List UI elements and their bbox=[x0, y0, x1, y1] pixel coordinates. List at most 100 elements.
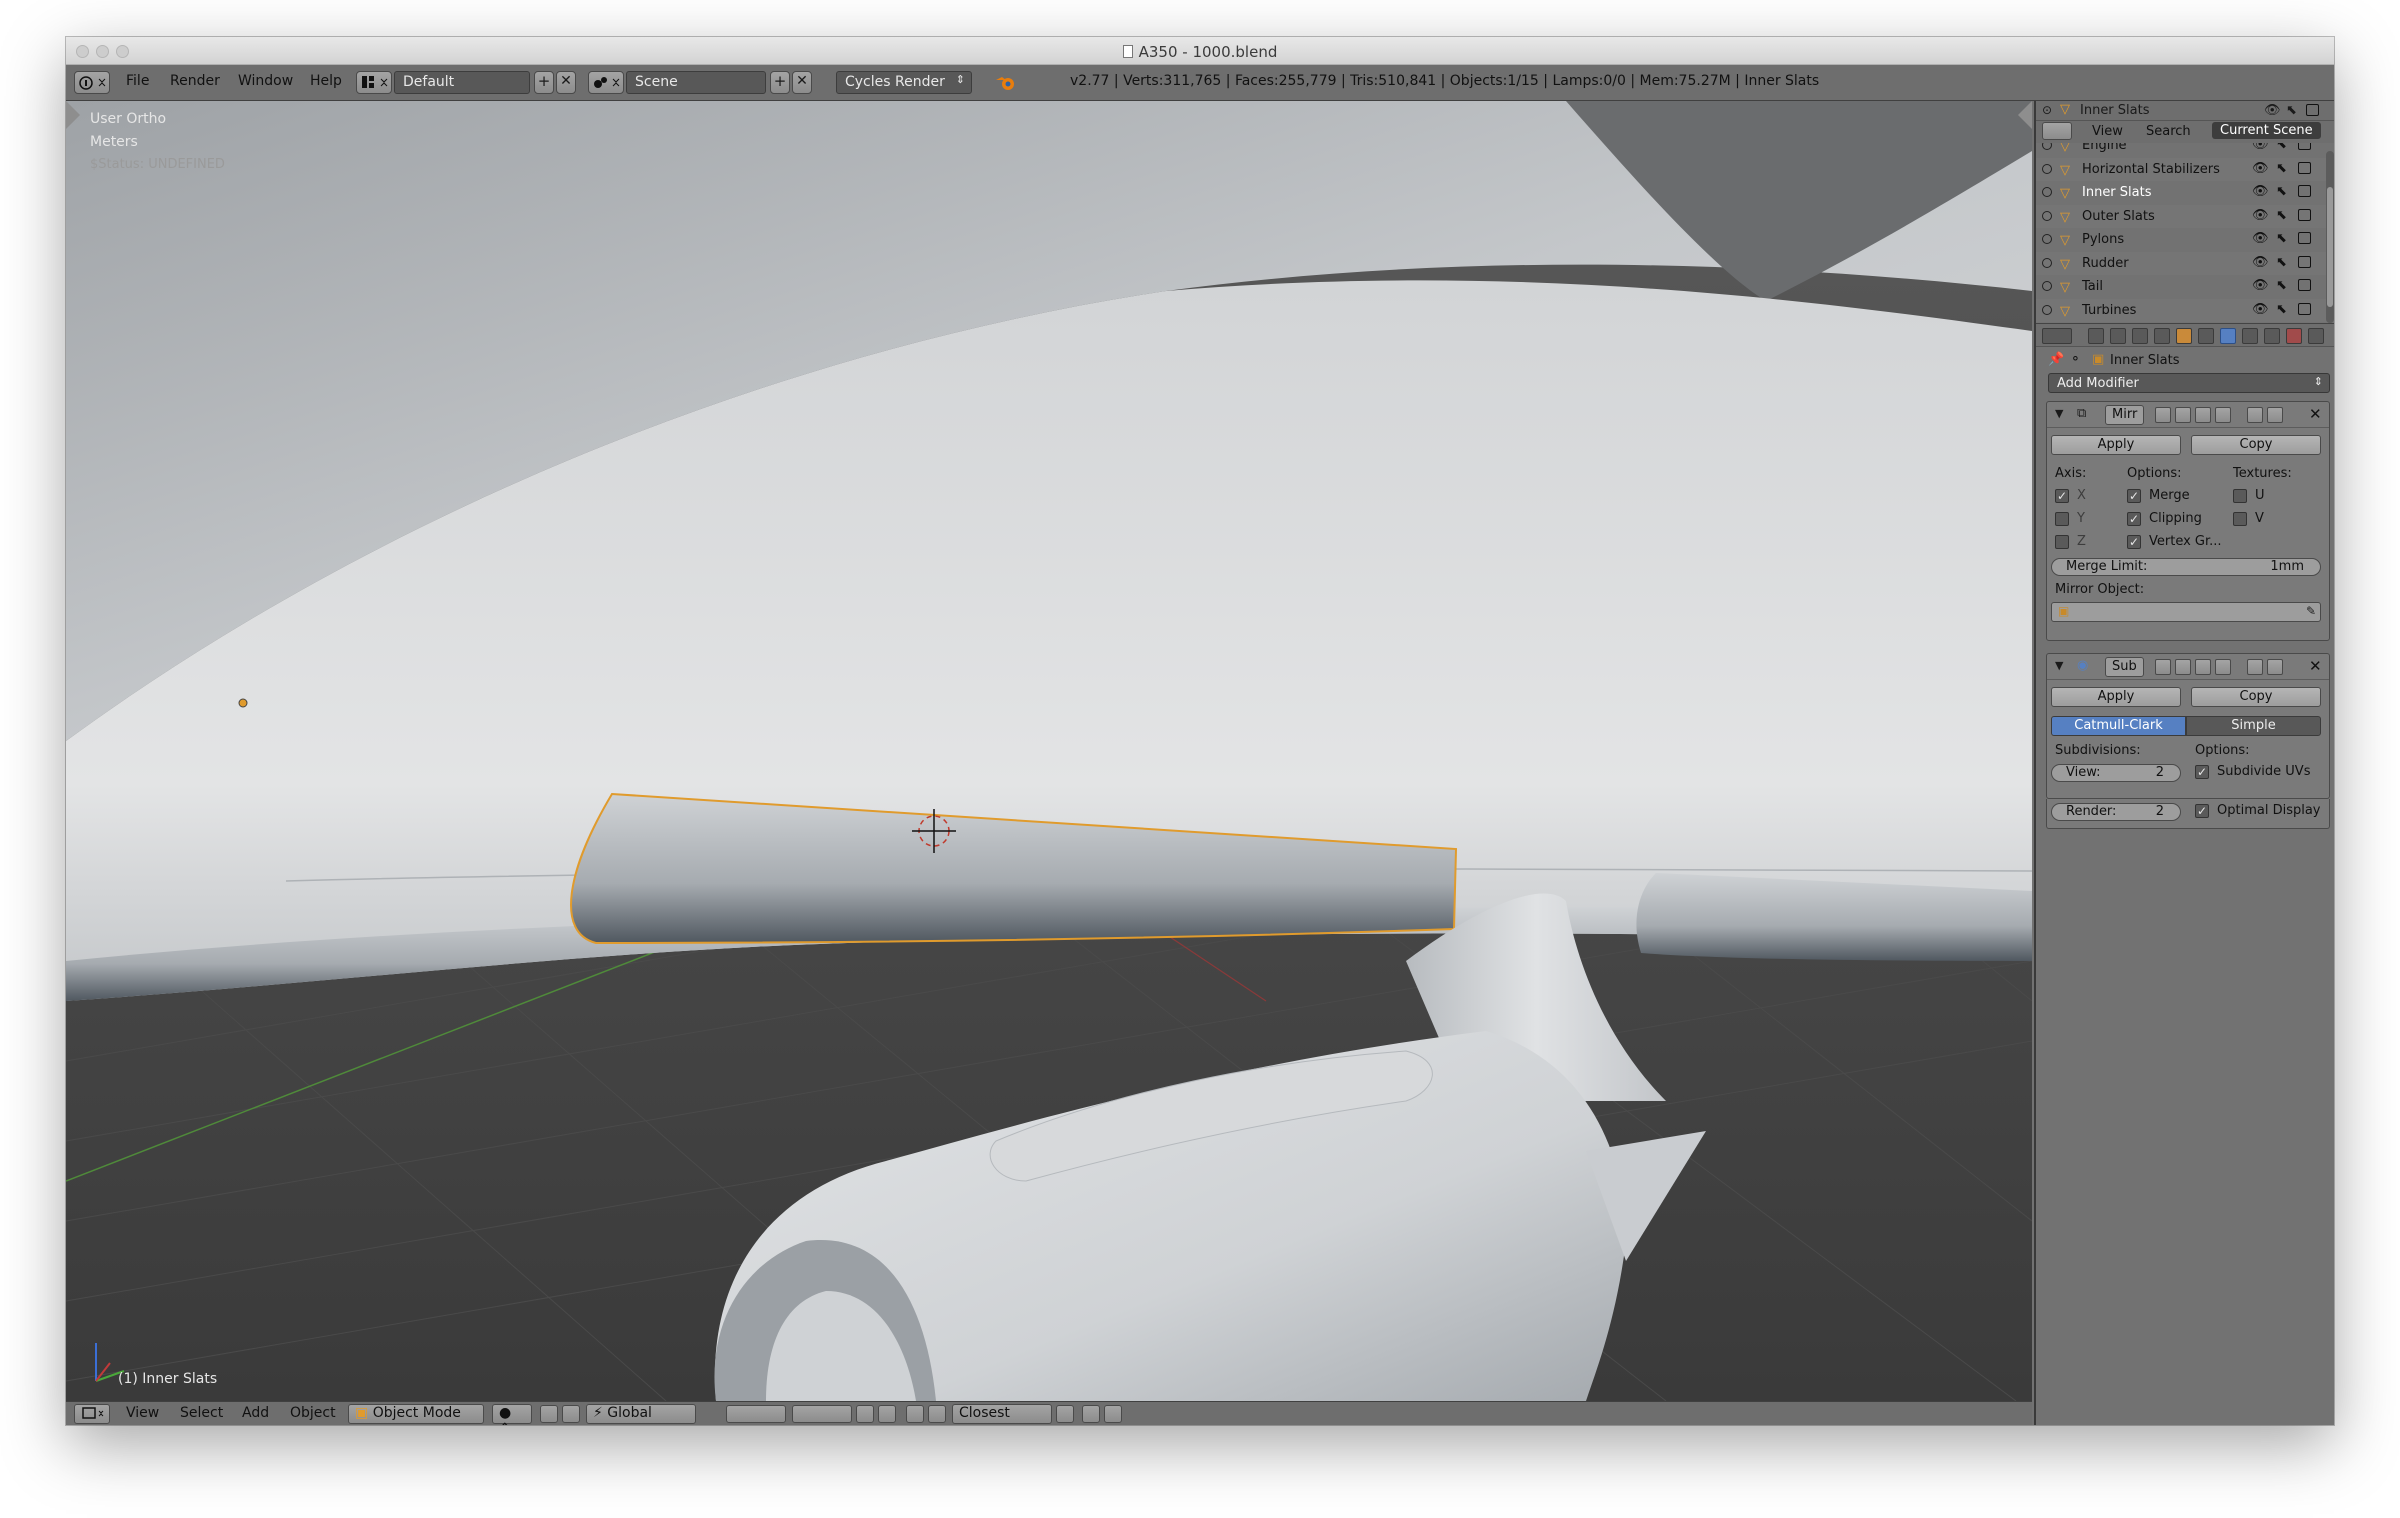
visibility-eye-icon[interactable]: 👁 bbox=[2252, 231, 2269, 246]
catmull-clark-toggle[interactable]: Catmull-Clark bbox=[2051, 716, 2186, 736]
menu-view[interactable]: View bbox=[126, 1405, 159, 1421]
menu-add[interactable]: Add bbox=[242, 1405, 269, 1421]
expand-icon[interactable] bbox=[2042, 210, 2052, 221]
render-camera-icon[interactable] bbox=[2298, 185, 2311, 197]
subsurf-apply-button[interactable]: Apply bbox=[2051, 687, 2181, 707]
mirror-apply-button[interactable]: Apply bbox=[2051, 435, 2181, 455]
select-cursor-icon[interactable]: ⬉ bbox=[2276, 278, 2287, 293]
render-camera-icon[interactable] bbox=[2298, 208, 2311, 221]
move-down-button[interactable] bbox=[2267, 659, 2283, 675]
outliner-editor-type-button[interactable] bbox=[2042, 122, 2072, 140]
remove-scene-button[interactable]: ✕ bbox=[792, 71, 812, 94]
outliner-item-name[interactable]: Rudder bbox=[2082, 256, 2129, 271]
data-tab-icon[interactable] bbox=[2242, 328, 2258, 344]
render-levels-field[interactable]: Render: 2 bbox=[2051, 803, 2181, 821]
material-tab-icon[interactable] bbox=[2264, 328, 2280, 344]
select-cursor-icon[interactable]: ⬉ bbox=[2276, 231, 2287, 246]
expand-icon[interactable]: ⊙ bbox=[2042, 103, 2052, 117]
outliner-item-name[interactable]: Turbines bbox=[2082, 303, 2136, 318]
render-tab-icon[interactable] bbox=[2088, 328, 2104, 344]
layers-group-1[interactable] bbox=[726, 1405, 786, 1423]
axis-y-checkbox[interactable] bbox=[2055, 512, 2069, 526]
3d-viewport[interactable]: User Ortho Meters $Status: UNDEFINED (1)… bbox=[66, 101, 2032, 1401]
render-camera-icon[interactable] bbox=[2298, 161, 2311, 174]
expand-icon[interactable] bbox=[2042, 143, 2052, 150]
pivot-point-button[interactable] bbox=[540, 1405, 558, 1423]
render-camera-icon[interactable] bbox=[2298, 302, 2311, 315]
outliner-item-name[interactable]: Pylons bbox=[2082, 232, 2124, 247]
visibility-eye-icon[interactable]: 👁 bbox=[2252, 278, 2269, 293]
select-cursor-icon[interactable]: ⬉ bbox=[2276, 143, 2287, 152]
visibility-eye-icon[interactable]: 👁 bbox=[2252, 302, 2269, 317]
texture-v-checkbox[interactable] bbox=[2233, 512, 2247, 526]
menu-help[interactable]: Help bbox=[310, 73, 342, 89]
pin-icon[interactable]: 📌 bbox=[2048, 352, 2064, 367]
menu-file[interactable]: File bbox=[126, 73, 149, 89]
add-layout-button[interactable]: + bbox=[534, 71, 554, 94]
show-in-render-button[interactable] bbox=[2155, 407, 2171, 423]
clipping-checkbox[interactable]: ✓ bbox=[2127, 512, 2141, 526]
simple-toggle[interactable]: Simple bbox=[2186, 716, 2321, 736]
object-tab-icon[interactable] bbox=[2176, 328, 2192, 344]
move-up-button[interactable] bbox=[2247, 659, 2263, 675]
show-in-editmode-button[interactable] bbox=[2195, 659, 2211, 675]
subsurf-modifier-name[interactable]: Sub bbox=[2105, 657, 2144, 677]
select-cursor-icon[interactable]: ⬉ bbox=[2276, 161, 2287, 176]
outliner-scroll-thumb[interactable] bbox=[2327, 187, 2333, 307]
orientation-select[interactable]: ⚡ Global bbox=[586, 1404, 696, 1424]
outliner-row[interactable]: ▽ Rudder 👁 ⬉ bbox=[2036, 251, 2326, 275]
view-editor-type-button[interactable] bbox=[74, 1404, 110, 1424]
outliner-item-name[interactable]: Tail bbox=[2082, 279, 2103, 294]
texture-tab-icon[interactable] bbox=[2286, 328, 2302, 344]
show-in-render-button[interactable] bbox=[2155, 659, 2171, 675]
show-in-viewport-button[interactable] bbox=[2175, 407, 2191, 423]
scene-selector-button[interactable] bbox=[588, 71, 624, 94]
menu-object[interactable]: Object bbox=[290, 1405, 336, 1421]
manipulator-button[interactable] bbox=[562, 1405, 580, 1423]
remove-modifier-icon[interactable]: ✕ bbox=[2309, 657, 2322, 675]
expand-icon[interactable] bbox=[2042, 257, 2052, 268]
render-camera-icon[interactable] bbox=[2298, 143, 2311, 150]
expand-icon[interactable] bbox=[2042, 281, 2052, 291]
show-in-editmode-button[interactable] bbox=[2195, 407, 2211, 423]
outliner-row[interactable]: ▽ Horizontal Stabilizers 👁 ⬉ bbox=[2036, 157, 2326, 181]
merge-limit-field[interactable]: Merge Limit: 1mm bbox=[2051, 558, 2321, 576]
snap-toggle-button[interactable] bbox=[906, 1405, 924, 1423]
outliner-item-name[interactable]: Inner Slats bbox=[2082, 185, 2152, 200]
expand-icon[interactable] bbox=[2042, 187, 2052, 197]
outliner-row[interactable]: ▽ Engine 👁 ⬉ bbox=[2036, 143, 2326, 157]
visibility-eye-icon[interactable]: 👁 bbox=[2252, 255, 2269, 270]
snap-element-button[interactable] bbox=[928, 1405, 946, 1423]
modifiers-tab-icon[interactable] bbox=[2220, 328, 2236, 344]
expand-icon[interactable] bbox=[2042, 304, 2052, 315]
collapse-chevron-icon[interactable]: ▼ bbox=[2055, 659, 2063, 672]
scene-field[interactable]: Scene bbox=[626, 71, 766, 94]
collapse-chevron-icon[interactable]: ▼ bbox=[2055, 407, 2063, 420]
subsurf-copy-button[interactable]: Copy bbox=[2191, 687, 2321, 707]
move-up-button[interactable] bbox=[2247, 407, 2263, 423]
outliner-item-name[interactable]: Outer Slats bbox=[2082, 209, 2155, 224]
visibility-eye-icon[interactable]: 👁 bbox=[2252, 208, 2269, 223]
properties-editor-type-button[interactable] bbox=[2042, 328, 2072, 344]
vertex-groups-checkbox[interactable]: ✓ bbox=[2127, 535, 2141, 549]
editor-type-button[interactable] bbox=[74, 71, 110, 94]
layout-field[interactable]: Default bbox=[394, 71, 530, 94]
world-tab-icon[interactable] bbox=[2154, 328, 2170, 344]
tab-search[interactable]: Search bbox=[2146, 124, 2191, 139]
show-on-cage-button[interactable] bbox=[2215, 659, 2231, 675]
axis-x-checkbox[interactable]: ✓ bbox=[2055, 489, 2069, 503]
snap-target-select[interactable]: Closest bbox=[952, 1404, 1052, 1424]
outliner-row[interactable]: ▽ Pylons 👁 ⬉ bbox=[2036, 228, 2326, 251]
render-preview-button[interactable] bbox=[1082, 1405, 1100, 1423]
tab-current-scene[interactable]: Current Scene bbox=[2212, 122, 2321, 139]
view-levels-field[interactable]: View: 2 bbox=[2051, 764, 2181, 782]
outliner-list[interactable]: ▽ Engine 👁 ⬉ ▽ Horizontal Stabilizers 👁 ⬉ ▽ Inner… bbox=[2036, 143, 2326, 323]
outliner-item-name[interactable]: Horizontal Stabilizers bbox=[2082, 162, 2220, 177]
remove-modifier-icon[interactable]: ✕ bbox=[2309, 405, 2322, 423]
menu-select[interactable]: Select bbox=[180, 1405, 223, 1421]
show-in-viewport-button[interactable] bbox=[2175, 659, 2191, 675]
outliner-row[interactable]: ▽ Tail 👁 ⬉ bbox=[2036, 275, 2326, 298]
add-scene-button[interactable]: + bbox=[770, 71, 790, 94]
select-cursor-icon[interactable]: ⬉ bbox=[2276, 255, 2287, 270]
mirror-object-field[interactable]: ▣ ✎ bbox=[2051, 602, 2321, 622]
